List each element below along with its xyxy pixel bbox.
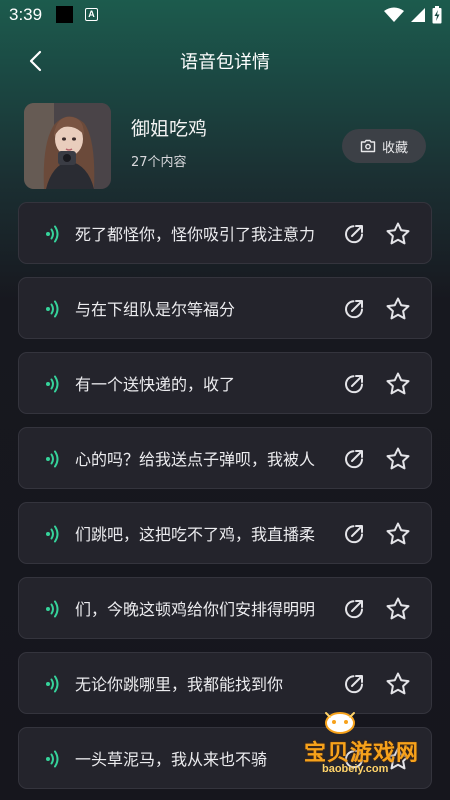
share-icon: [345, 225, 363, 244]
share-icon: [345, 300, 363, 319]
share-icon: [345, 450, 363, 469]
wifi-icon: [384, 7, 404, 22]
voice-item-text: 一头草泥马，我从来也不骑: [75, 750, 268, 769]
notification-a-icon: A: [85, 8, 98, 21]
favorite-pack-button[interactable]: 收藏: [342, 129, 426, 163]
voice-item-text: 们跳吧，这把吃不了鸡，我直播柔: [75, 525, 316, 544]
share-button[interactable]: [340, 295, 368, 323]
notification-app-icon: [56, 6, 73, 23]
star-icon: [386, 297, 410, 320]
favorite-button[interactable]: [383, 594, 413, 624]
favorite-pack-label: 收藏: [381, 140, 408, 156]
gamepad-mascot-icon: [325, 712, 355, 734]
sound-wave-icon[interactable]: [45, 524, 61, 544]
status-icons: [384, 5, 442, 25]
favorite-button[interactable]: [383, 219, 413, 249]
favorite-button[interactable]: [383, 294, 413, 324]
voice-item[interactable]: 们，今晚这顿鸡给你们安排得明明: [18, 577, 432, 639]
share-button[interactable]: [340, 595, 368, 623]
voice-item-text: 无论你跳哪里，我都能找到你: [75, 675, 284, 694]
signal-icon: [411, 8, 425, 22]
pack-name: 御姐吃鸡: [131, 118, 208, 140]
voice-item-text: 心的吗？给我送点子弹呗，我被人: [75, 450, 316, 469]
sound-wave-icon[interactable]: [45, 599, 61, 619]
star-icon: [386, 447, 410, 470]
star-icon: [386, 372, 410, 395]
sound-wave-icon[interactable]: [45, 449, 61, 469]
voice-item[interactable]: 与在下组队是尔等福分: [18, 277, 432, 339]
voice-item-text: 们，今晚这顿鸡给你们安排得明明: [75, 600, 316, 619]
voice-item-text: 死了都怪你，怪你吸引了我注意力: [75, 225, 316, 244]
camera-folder-icon: [360, 139, 376, 153]
share-button[interactable]: [340, 520, 368, 548]
watermark-url: baobeiy.com: [322, 763, 389, 775]
watermark: 宝贝游戏网 baobeiy.com: [300, 705, 430, 785]
status-time: 3:39: [9, 5, 43, 24]
sound-wave-icon[interactable]: [45, 374, 61, 394]
share-button[interactable]: [340, 370, 368, 398]
voice-item[interactable]: 死了都怪你，怪你吸引了我注意力: [18, 202, 432, 264]
share-icon: [345, 375, 363, 394]
share-icon: [345, 675, 363, 694]
share-button[interactable]: [340, 220, 368, 248]
star-icon: [386, 522, 410, 545]
favorite-button[interactable]: [383, 369, 413, 399]
share-icon: [345, 525, 363, 544]
sound-wave-icon[interactable]: [45, 749, 61, 769]
page-title: 语音包详情: [180, 52, 270, 73]
sound-wave-icon[interactable]: [45, 674, 61, 694]
header: 语音包详情: [0, 38, 450, 84]
share-icon: [345, 600, 363, 619]
voice-item[interactable]: 心的吗？给我送点子弹呗，我被人: [18, 427, 432, 489]
pack-profile: 御姐吃鸡 27个内容 收藏: [24, 103, 426, 191]
favorite-button[interactable]: [383, 669, 413, 699]
star-icon: [386, 597, 410, 620]
voice-item-text: 与在下组队是尔等福分: [75, 300, 236, 319]
favorite-button[interactable]: [383, 444, 413, 474]
avatar-illustration: [24, 103, 111, 189]
pack-avatar: [24, 103, 111, 189]
favorite-button[interactable]: [383, 519, 413, 549]
status-bar: 3:39 A: [0, 0, 450, 30]
sound-wave-icon[interactable]: [45, 299, 61, 319]
share-button[interactable]: [340, 445, 368, 473]
star-icon: [386, 672, 410, 695]
voice-item-text: 有一个送快递的，收了: [75, 375, 236, 394]
battery-charging-icon: [432, 6, 442, 24]
voice-item[interactable]: 有一个送快递的，收了: [18, 352, 432, 414]
screen: 3:39 A 语音包详情 御姐吃鸡 27个内容 收藏 死了都怪你，怪你吸引了我注…: [0, 0, 450, 800]
share-button[interactable]: [340, 670, 368, 698]
sound-wave-icon[interactable]: [45, 224, 61, 244]
voice-item[interactable]: 们跳吧，这把吃不了鸡，我直播柔: [18, 502, 432, 564]
pack-item-count: 27个内容: [131, 155, 187, 170]
star-icon: [386, 222, 410, 245]
